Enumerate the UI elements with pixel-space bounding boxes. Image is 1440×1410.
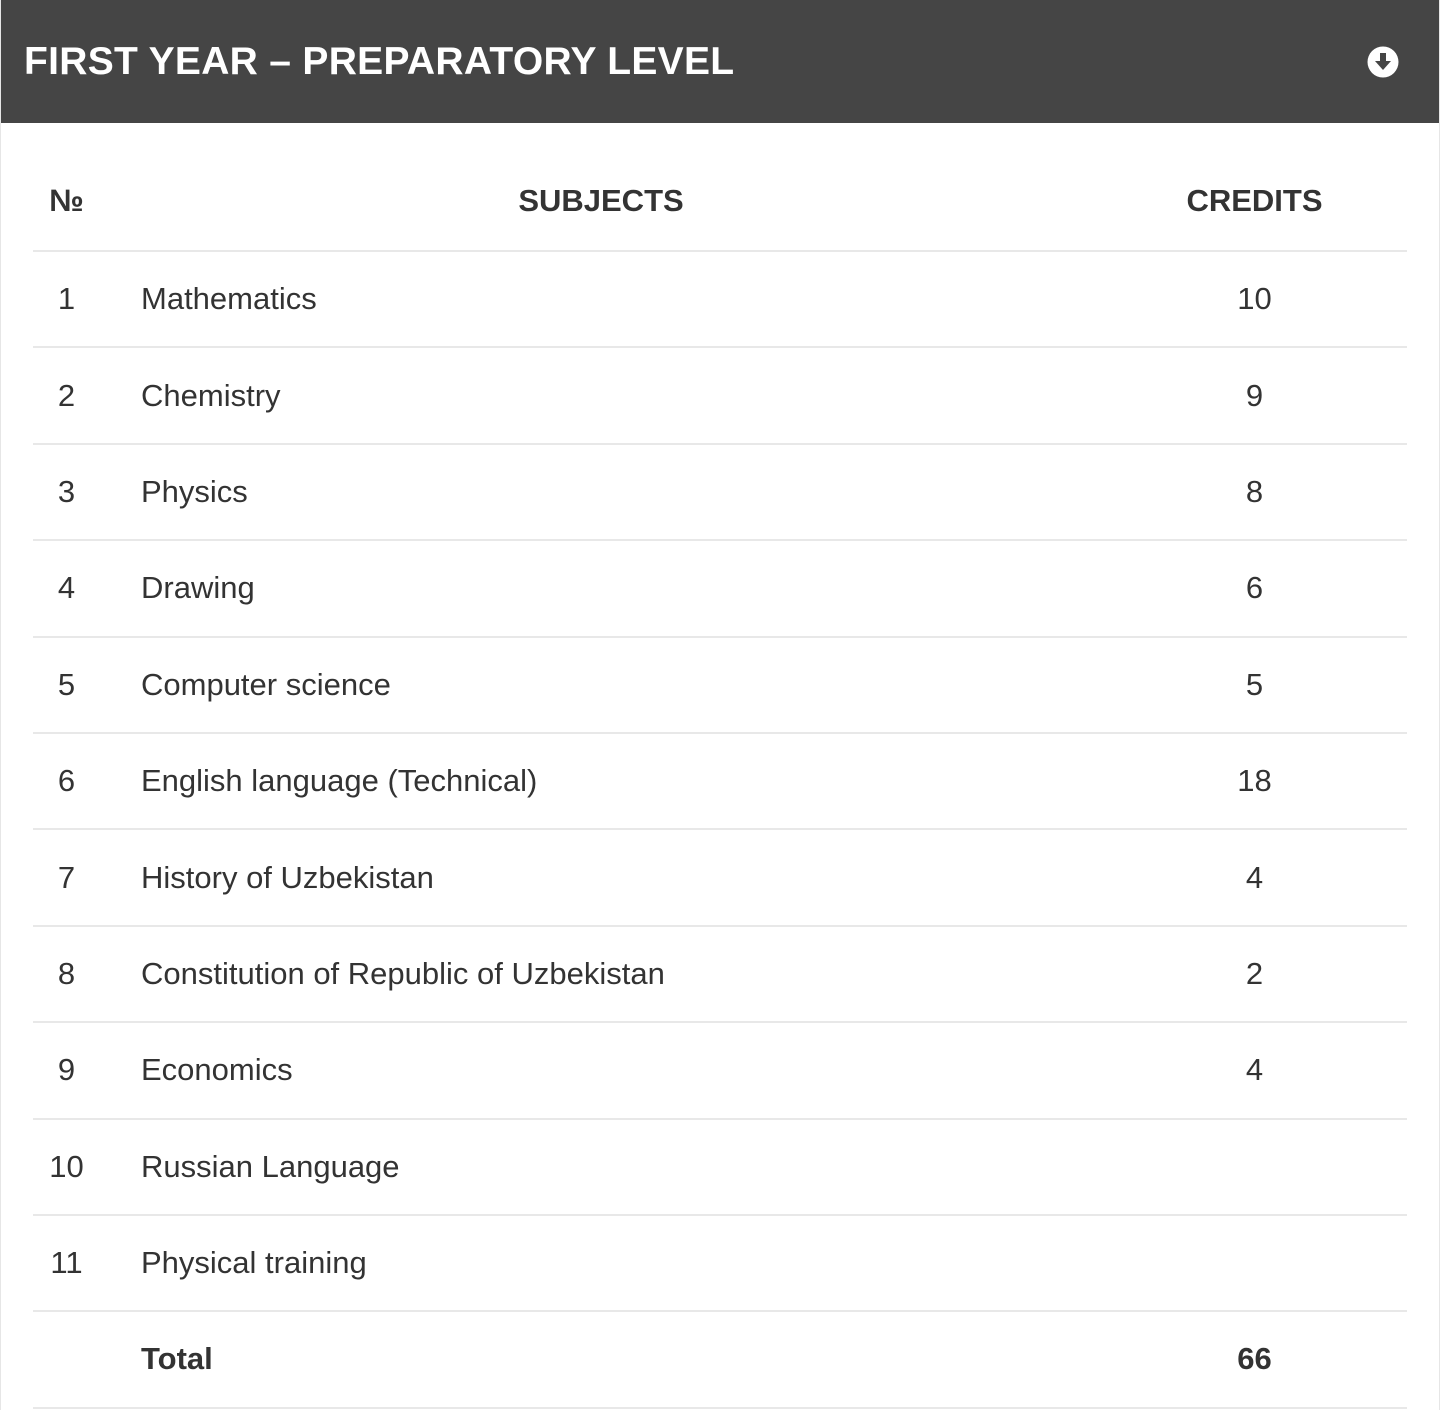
subject-name: Constitution of Republic of Uzbekistan (100, 925, 1102, 1024)
download-circle-icon[interactable] (1367, 46, 1399, 78)
subject-name: Physics (100, 443, 1102, 542)
subject-credits: 8 (1102, 443, 1407, 542)
row-number: 11 (33, 1214, 100, 1313)
column-header-number: № (33, 123, 100, 252)
table-body: 1 Mathematics 10 2 Chemistry 9 3 Physics… (33, 251, 1407, 1409)
table-row: 5 Computer science 5 (33, 636, 1407, 734)
row-number: 1 (33, 251, 100, 349)
row-number: 7 (33, 829, 100, 927)
total-label: Total (100, 1311, 1102, 1409)
subject-name: English language (Technical) (100, 732, 1102, 831)
table-row: 9 Economics 4 (33, 1022, 1407, 1120)
subject-name: Economics (100, 1022, 1102, 1120)
panel-title: FIRST YEAR – PREPARATORY LEVEL (24, 39, 735, 83)
subject-name: Drawing (100, 540, 1102, 638)
total-row: Total 66 (33, 1311, 1407, 1409)
table-row: 8 Constitution of Republic of Uzbekistan… (33, 925, 1407, 1024)
subject-credits: 10 (1102, 251, 1407, 349)
row-number: 5 (33, 636, 100, 734)
row-number: 3 (33, 443, 100, 542)
table-row: 11 Physical training (33, 1214, 1407, 1313)
subject-name: Computer science (100, 636, 1102, 734)
table-row: 7 History of Uzbekistan 4 (33, 829, 1407, 927)
subject-credits: 18 (1102, 732, 1407, 831)
subject-credits (1102, 1118, 1407, 1216)
column-header-subjects: SUBJECTS (100, 123, 1102, 252)
table-row: 2 Chemistry 9 (33, 347, 1407, 445)
table-row: 10 Russian Language (33, 1118, 1407, 1216)
total-credits: 66 (1102, 1311, 1407, 1409)
panel-header[interactable]: FIRST YEAR – PREPARATORY LEVEL (1, 0, 1439, 123)
subject-credits (1102, 1214, 1407, 1313)
subject-credits: 4 (1102, 829, 1407, 927)
table-row: 4 Drawing 6 (33, 540, 1407, 638)
subject-name: Mathematics (100, 251, 1102, 349)
subject-credits: 5 (1102, 636, 1407, 734)
row-number: 9 (33, 1022, 100, 1120)
subject-name: Russian Language (100, 1118, 1102, 1216)
row-number: 2 (33, 347, 100, 445)
table-row: 6 English language (Technical) 18 (33, 732, 1407, 831)
table-wrapper: № SUBJECTS CREDITS 1 Mathematics 10 2 Ch… (1, 123, 1439, 1409)
header-row: № SUBJECTS CREDITS (33, 123, 1407, 252)
curriculum-panel: FIRST YEAR – PREPARATORY LEVEL № SUBJECT… (0, 0, 1440, 1410)
table-row: 3 Physics 8 (33, 443, 1407, 542)
subject-name: Chemistry (100, 347, 1102, 445)
total-row-number (33, 1311, 100, 1409)
subject-name: History of Uzbekistan (100, 829, 1102, 927)
subject-credits: 2 (1102, 925, 1407, 1024)
subject-credits: 9 (1102, 347, 1407, 445)
row-number: 4 (33, 540, 100, 638)
subjects-table: № SUBJECTS CREDITS 1 Mathematics 10 2 Ch… (33, 123, 1407, 1409)
table-header: № SUBJECTS CREDITS (33, 123, 1407, 252)
subject-name: Physical training (100, 1214, 1102, 1313)
table-row: 1 Mathematics 10 (33, 251, 1407, 349)
column-header-credits: CREDITS (1102, 123, 1407, 252)
subject-credits: 6 (1102, 540, 1407, 638)
row-number: 6 (33, 732, 100, 831)
subject-credits: 4 (1102, 1022, 1407, 1120)
row-number: 10 (33, 1118, 100, 1216)
row-number: 8 (33, 925, 100, 1024)
